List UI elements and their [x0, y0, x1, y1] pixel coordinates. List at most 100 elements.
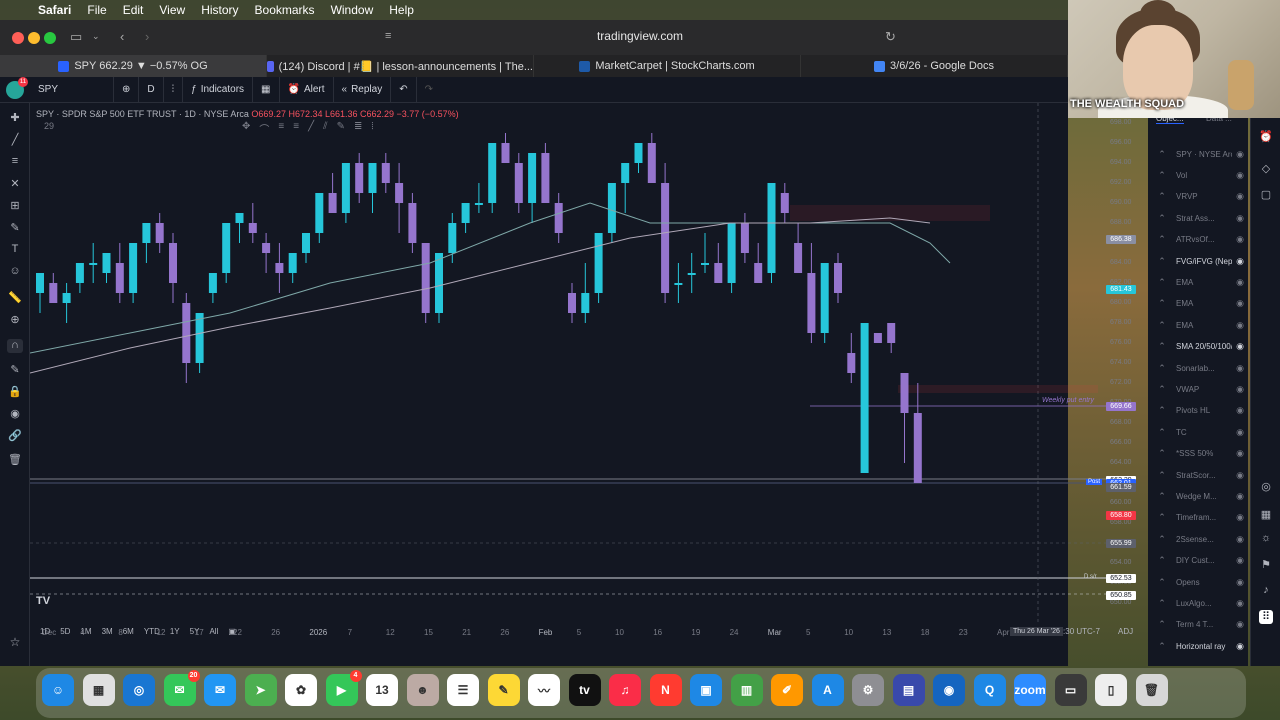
object-tree-row[interactable]: ⌃ StratScor... ◉ [1148, 465, 1248, 485]
pages-dock-icon[interactable]: ✐ [771, 674, 803, 706]
cursor-icon[interactable]: ✥ [242, 121, 250, 136]
add-symbol-button[interactable]: ⊕ [114, 76, 140, 103]
visibility-eye-icon[interactable]: ◉ [1232, 363, 1248, 374]
object-tree-row[interactable]: ⌃ EMA ◉ [1148, 315, 1248, 335]
news-dock-icon[interactable]: N [649, 674, 682, 706]
redo-button[interactable]: ↷ [417, 77, 441, 103]
object-tree-row[interactable]: ⌃ DIY Cust... ◉ [1148, 551, 1248, 571]
range-3m[interactable]: 3M [102, 627, 113, 636]
finder-2-dock-icon[interactable]: ◉ [933, 674, 965, 706]
indicators-button[interactable]: ƒ Indicators [183, 76, 254, 103]
object-tree-row[interactable]: ⌃ VWAP ◉ [1148, 379, 1248, 399]
menu-bookmarks[interactable]: Bookmarks [247, 3, 323, 17]
interval-button[interactable]: D [139, 76, 164, 103]
app-store-dock-icon[interactable]: A [811, 674, 844, 706]
mail-dock-icon[interactable]: ✉ [204, 674, 236, 706]
channel-icon[interactable]: ⫽ [323, 121, 327, 136]
pen-icon[interactable]: ✎ [337, 121, 345, 136]
collapse-icon[interactable]: ⌃ [1156, 427, 1168, 438]
collapse-icon[interactable]: ⌃ [1156, 277, 1168, 288]
preview-dock-icon[interactable]: ▤ [892, 674, 925, 706]
zoom-window-button[interactable] [44, 32, 56, 44]
collapse-icon[interactable]: ⌃ [1156, 448, 1168, 459]
calendar-icon[interactable]: ▦ [1259, 508, 1273, 522]
launchpad-dock-icon[interactable]: ▦ [82, 674, 115, 706]
star-icon[interactable]: ☆ [7, 635, 23, 649]
maps-dock-icon[interactable]: ➤ [244, 674, 277, 706]
range-1y[interactable]: 1Y [170, 627, 180, 636]
annotation-weekly-put-entry[interactable]: Weekly put entry [1042, 397, 1094, 404]
collapse-icon[interactable]: ⌃ [1156, 170, 1168, 181]
collapse-icon[interactable]: ⌃ [1156, 405, 1168, 416]
ideas-icon[interactable]: ☼ [1259, 532, 1273, 546]
chart-pane[interactable]: SPY · SPDR S&P 500 ETF TRUST · 1D · NYSE… [30, 103, 1106, 623]
range-5d[interactable]: 5D [60, 627, 70, 636]
collapse-icon[interactable]: ⌃ [1156, 256, 1168, 267]
object-tree-row[interactable]: ⌃ Strat Ass... ◉ [1148, 208, 1248, 228]
collapse-icon[interactable]: ⌃ [1156, 491, 1168, 502]
folder-dock-icon[interactable]: ▭ [1054, 674, 1087, 706]
tab-discord[interactable]: (124) Discord | #📒 | lesson-announcement… [267, 55, 534, 77]
collapse-icon[interactable]: ⌃ [1156, 341, 1168, 352]
collapse-icon[interactable]: ⌃ [1156, 512, 1168, 523]
visibility-eye-icon[interactable]: ◉ [1232, 256, 1248, 267]
back-icon[interactable]: ‹ [120, 29, 124, 44]
visibility-eye-icon[interactable]: ◉ [1232, 277, 1248, 288]
apps-grid-icon[interactable]: ⠿ [1259, 610, 1273, 624]
visibility-eye-icon[interactable]: ◉ [1232, 448, 1248, 459]
menu-history[interactable]: History [193, 3, 246, 17]
object-tree-row[interactable]: ⌃ Sonarlab... ◉ [1148, 358, 1248, 378]
address-bar[interactable]: tradingview.com [520, 29, 760, 43]
prediction-icon[interactable]: ⊞ [7, 199, 23, 213]
menu-help[interactable]: Help [381, 3, 422, 17]
reader-icon[interactable]: ≡ [385, 30, 391, 42]
collapse-icon[interactable]: ⌃ [1156, 149, 1168, 160]
target-icon[interactable]: ◎ [1259, 480, 1273, 494]
alert-button[interactable]: ⏰ Alert [280, 76, 334, 103]
notes-dock-icon[interactable]: ✎ [487, 674, 520, 706]
bell-icon[interactable]: ♪ [1259, 584, 1273, 598]
visibility-eye-icon[interactable]: ◉ [1232, 619, 1248, 630]
chat-icon[interactable]: ▢ [1259, 188, 1273, 202]
visibility-eye-icon[interactable]: ◉ [1232, 149, 1248, 160]
visibility-eye-icon[interactable]: ◉ [1232, 470, 1248, 481]
lock-icon[interactable]: 🔒 [7, 385, 23, 399]
sidebar-toggle-icon[interactable]: ▭ [70, 29, 82, 45]
object-tree-row[interactable]: ⌃ Wedge M... ◉ [1148, 486, 1248, 506]
collapse-icon[interactable]: ⌃ [1156, 555, 1168, 566]
collapse-icon[interactable]: ⌃ [1156, 534, 1168, 545]
menu-app-name[interactable]: Safari [30, 3, 79, 17]
freeform-dock-icon[interactable]: 〰 [528, 674, 560, 706]
calendar-dock-icon[interactable]: 13 [366, 674, 398, 706]
visibility-eye-icon[interactable]: ◉ [1232, 341, 1248, 352]
collapse-icon[interactable]: ⌃ [1156, 577, 1168, 588]
visibility-eye-icon[interactable]: ◉ [1232, 384, 1248, 395]
tab-marketcarpet[interactable]: MarketCarpet | StockCharts.com [534, 55, 801, 77]
object-tree-row[interactable]: ⌃ EMA ◉ [1148, 272, 1248, 292]
visibility-eye-icon[interactable]: ◉ [1232, 234, 1248, 245]
link-icon[interactable]: 🔗 [7, 429, 23, 443]
collapse-icon[interactable]: ⌃ [1156, 298, 1168, 309]
trash-dock-icon[interactable]: 🗑 [1135, 674, 1168, 706]
eye-icon[interactable]: ◉ [7, 407, 23, 421]
visibility-eye-icon[interactable]: ◉ [1232, 641, 1248, 652]
candlestick-chart[interactable] [30, 103, 1106, 623]
lines-icon[interactable]: ≡ [293, 121, 299, 136]
collapse-icon[interactable]: ⌃ [1156, 213, 1168, 224]
notifications-icon[interactable]: ⚑ [1259, 558, 1273, 572]
adj-toggle[interactable]: ADJ [1118, 627, 1133, 636]
keynote-dock-icon[interactable]: ▣ [690, 674, 722, 706]
collapse-icon[interactable]: ⌃ [1156, 320, 1168, 331]
avatar[interactable]: 11 [6, 76, 28, 99]
fib-icon[interactable]: ≣ [354, 121, 362, 136]
more-icon[interactable]: ⦙ [371, 121, 373, 136]
reload-icon[interactable]: ↻ [885, 29, 896, 45]
reminders-dock-icon[interactable]: ☰ [447, 674, 479, 706]
ruler-icon[interactable]: 📏 [7, 291, 23, 305]
zoom-in-icon[interactable]: ⊕ [7, 313, 23, 327]
visibility-eye-icon[interactable]: ◉ [1232, 555, 1248, 566]
pattern-icon[interactable]: ✕ [7, 177, 23, 191]
range-6m[interactable]: 6M [123, 627, 134, 636]
contacts-dock-icon[interactable]: ☻ [406, 674, 439, 706]
symbol-search[interactable]: SPY [30, 76, 114, 103]
